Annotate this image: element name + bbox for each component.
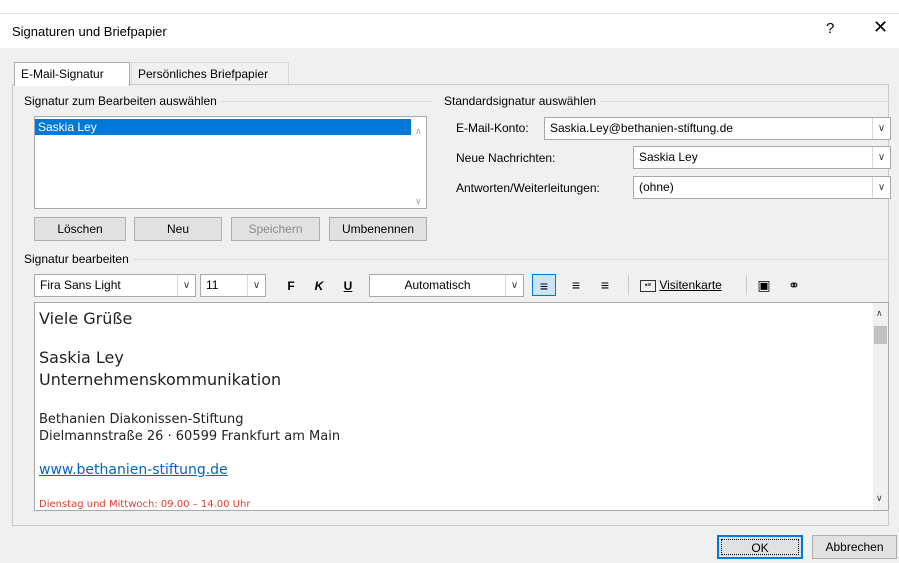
tab-stationery[interactable]: Persönliches Briefpapier xyxy=(131,62,289,84)
align-right-icon[interactable]: ≡ xyxy=(594,274,616,296)
size-value: 11 xyxy=(206,278,219,292)
signature-greeting: Viele Grüße xyxy=(39,309,133,328)
chevron-down-icon: ∨ xyxy=(177,275,195,296)
account-value: Saskia.Ley@bethanien-stiftung.de xyxy=(550,121,733,135)
scroll-up-icon[interactable]: ∧ xyxy=(415,126,422,137)
ok-button[interactable]: OK xyxy=(717,535,803,559)
save-button[interactable]: Speichern xyxy=(231,217,320,241)
size-select[interactable]: 11 ∨ xyxy=(200,274,266,297)
chevron-down-icon: ∨ xyxy=(872,177,890,198)
cancel-button[interactable]: Abbrechen xyxy=(812,535,897,559)
new-messages-value: Saskia Ley xyxy=(639,150,698,164)
scroll-down-icon[interactable]: ∨ xyxy=(415,196,422,207)
color-select[interactable]: Automatisch ∨ xyxy=(369,274,524,297)
contact-card-icon: ▪≡ xyxy=(640,279,656,292)
font-value: Fira Sans Light xyxy=(40,278,121,292)
new-button[interactable]: Neu xyxy=(134,217,222,241)
signature-editor[interactable] xyxy=(34,302,889,511)
color-value: Automatisch xyxy=(404,278,471,292)
group-divider xyxy=(24,259,889,260)
signature-department: Unternehmenskommunikation xyxy=(39,370,282,389)
underline-button[interactable]: U xyxy=(339,275,357,297)
tab-label: E-Mail-Signatur xyxy=(21,67,104,81)
background-window-strip xyxy=(0,0,899,14)
signature-org: Bethanien Diakonissen-Stiftung xyxy=(39,412,244,427)
toolbar-separator xyxy=(628,275,629,295)
bold-button[interactable]: F xyxy=(282,275,300,297)
reply-value: (ohne) xyxy=(639,180,674,194)
signature-address: Dielmannstraße 26 · 60599 Frankfurt am M… xyxy=(39,429,341,444)
scroll-down-icon[interactable]: ∨ xyxy=(876,493,883,504)
list-item[interactable]: Saskia Ley xyxy=(35,119,411,135)
chevron-down-icon: ∨ xyxy=(505,275,523,296)
default-group-title: Standardsignatur auswählen xyxy=(444,94,601,108)
hyperlink-icon[interactable]: ⚭ xyxy=(783,274,805,296)
close-icon[interactable]: ✕ xyxy=(873,17,888,38)
font-select[interactable]: Fira Sans Light ∨ xyxy=(34,274,196,297)
signature-hours: Dienstag und Mittwoch: 09.00 – 14.00 Uhr xyxy=(39,499,251,510)
dialog-title: Signaturen und Briefpapier xyxy=(12,24,167,39)
align-center-icon[interactable]: ≡ xyxy=(565,274,587,296)
chevron-down-icon: ∨ xyxy=(872,147,890,168)
chevron-down-icon: ∨ xyxy=(247,275,265,296)
insert-picture-icon[interactable]: ▣ xyxy=(753,274,775,296)
tab-email-signature[interactable]: E-Mail-Signatur xyxy=(14,62,130,86)
help-button[interactable]: ? xyxy=(826,20,834,37)
new-messages-select[interactable]: Saskia Ley ∨ xyxy=(633,146,891,169)
business-card-button[interactable]: ▪≡ Visitenkarte xyxy=(640,274,740,296)
scroll-thumb[interactable] xyxy=(874,326,887,344)
delete-button[interactable]: Löschen xyxy=(34,217,126,241)
new-messages-label: Neue Nachrichten: xyxy=(456,151,556,165)
chevron-down-icon: ∨ xyxy=(872,118,890,139)
account-select[interactable]: Saskia.Ley@bethanien-stiftung.de ∨ xyxy=(544,117,891,140)
italic-button[interactable]: K xyxy=(310,275,328,297)
toolbar-separator xyxy=(746,275,747,295)
align-left-icon[interactable]: ≡ xyxy=(532,274,556,296)
signature-name: Saskia Ley xyxy=(39,348,124,367)
select-group-title: Signatur zum Bearbeiten auswählen xyxy=(24,94,221,108)
tab-label: Persönliches Briefpapier xyxy=(138,67,269,81)
business-card-label: Visitenkarte xyxy=(659,278,722,292)
reply-label: Antworten/Weiterleitungen: xyxy=(456,181,600,195)
scroll-up-icon[interactable]: ∧ xyxy=(876,308,883,319)
edit-group-title: Signatur bearbeiten xyxy=(24,252,133,266)
rename-button[interactable]: Umbenennen xyxy=(329,217,427,241)
reply-select[interactable]: (ohne) ∨ xyxy=(633,176,891,199)
signature-website-link[interactable]: www.bethanien-stiftung.de xyxy=(39,462,228,478)
account-label: E-Mail-Konto: xyxy=(456,121,529,135)
